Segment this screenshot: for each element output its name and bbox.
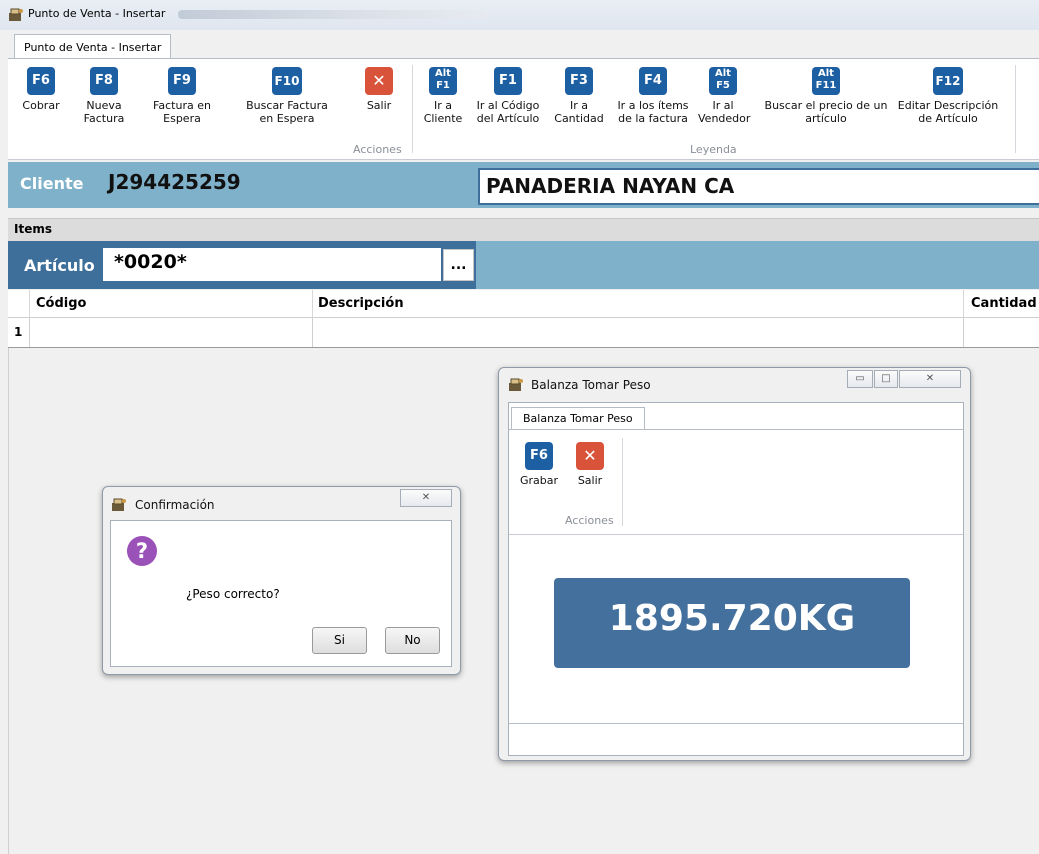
grabar-button[interactable]: F6 Grabar — [519, 442, 559, 487]
dialog-message: ¿Peso correcto? — [186, 587, 280, 601]
f9-key-icon: F9 — [168, 67, 196, 95]
ir-items-factura-button[interactable]: F4 Ir a los ítems de la factura — [610, 67, 696, 125]
f3-key-icon: F3 — [565, 67, 593, 95]
title-bar: Punto de Venta - Insertar — [0, 0, 1039, 30]
articulo-label: Artículo — [24, 256, 95, 275]
buscar-precio-button[interactable]: Alt F11 Buscar el precio de un artículo — [764, 67, 888, 125]
group-separator — [412, 65, 413, 153]
ir-codigo-articulo-button[interactable]: F1 Ir al Código del Artículo — [468, 67, 548, 125]
confirmacion-title: Confirmación — [135, 498, 215, 512]
factura-espera-button[interactable]: F9 Factura en Espera — [145, 67, 219, 125]
column-descripcion[interactable]: Descripción — [318, 296, 404, 311]
close-button[interactable]: ✕ — [400, 489, 452, 507]
maximize-button[interactable]: □ — [874, 370, 898, 388]
items-label: Items — [14, 222, 52, 236]
f6-key-icon: F6 — [27, 67, 55, 95]
browse-button[interactable]: ... — [443, 249, 474, 281]
ir-cantidad-button[interactable]: F3 Ir a Cantidad — [552, 67, 606, 125]
f1-key-icon: F1 — [494, 67, 522, 95]
grid-header — [8, 290, 1039, 318]
minimize-button[interactable]: ▭ — [847, 370, 873, 388]
f4-key-icon: F4 — [639, 67, 667, 95]
dialog-content: ? ¿Peso correcto? Si No — [110, 520, 452, 667]
balanza-title: Balanza Tomar Peso — [531, 378, 651, 392]
cliente-code[interactable]: J294425259 — [108, 170, 241, 194]
f8-key-icon: F8 — [90, 67, 118, 95]
balanza-window: Balanza Tomar Peso ▭ □ ✕ Balanza Tomar P… — [498, 367, 971, 761]
editar-descripcion-button[interactable]: F12 Editar Descripción de Artículo — [890, 67, 1006, 125]
f6-key-icon: F6 — [525, 442, 553, 470]
status-divider — [509, 723, 963, 724]
items-header — [8, 218, 1039, 241]
column-codigo[interactable]: Código — [36, 296, 86, 311]
row-number: 1 — [14, 325, 23, 339]
grid-divider — [312, 318, 313, 347]
f12-key-icon: F12 — [933, 67, 963, 95]
window-title: Punto de Venta - Insertar — [28, 7, 166, 20]
app-icon — [112, 498, 126, 511]
f10-key-icon: F10 — [272, 67, 302, 95]
grid-divider — [963, 318, 964, 347]
cliente-label: Cliente — [20, 174, 84, 193]
app-icon — [9, 8, 23, 21]
svg-text:?: ? — [136, 539, 148, 563]
group-acciones: Acciones — [565, 514, 614, 527]
grid-divider — [29, 318, 30, 347]
close-button[interactable]: ✕ — [899, 370, 961, 388]
salir-button[interactable]: ✕ Salir — [361, 67, 397, 112]
balanza-ribbon: F6 Grabar ✕ Salir Acciones — [509, 429, 963, 535]
group-leyenda: Leyenda — [690, 143, 737, 156]
ir-cliente-button[interactable]: Alt F1 Ir a Cliente — [422, 67, 464, 125]
ir-vendedor-button[interactable]: Alt F5 Ir al Vendedor — [698, 67, 750, 125]
ribbon: F6 Cobrar F8 Nueva Factura F9 Factura en… — [8, 58, 1039, 160]
balanza-tab[interactable]: Balanza Tomar Peso — [511, 407, 645, 430]
close-icon: ✕ — [576, 442, 604, 470]
salir-button[interactable]: ✕ Salir — [573, 442, 607, 487]
weight-value: 1895.720KG — [608, 598, 856, 639]
alt-f1-key-icon: Alt F1 — [429, 67, 457, 95]
column-cantidad[interactable]: Cantidad — [971, 296, 1037, 311]
no-button[interactable]: No — [385, 627, 440, 654]
group-acciones: Acciones — [353, 143, 402, 156]
question-icon: ? — [127, 536, 157, 566]
app-icon — [509, 378, 523, 391]
si-button[interactable]: Si — [312, 627, 367, 654]
buscar-factura-espera-button[interactable]: F10 Buscar Factura en Espera — [237, 67, 337, 125]
alt-f11-key-icon: Alt F11 — [812, 67, 840, 95]
close-icon: ✕ — [365, 67, 393, 95]
group-separator — [1015, 65, 1016, 153]
blurred-title-area — [178, 10, 488, 19]
cliente-name: PANADERIA NAYAN CA — [486, 174, 735, 198]
articulo-value: *0020* — [114, 251, 187, 273]
ribbon-tab[interactable]: Punto de Venta - Insertar — [14, 34, 172, 60]
table-row[interactable] — [8, 318, 1039, 348]
alt-f5-key-icon: Alt F5 — [709, 67, 737, 95]
cobrar-button[interactable]: F6 Cobrar — [17, 67, 65, 112]
nueva-factura-button[interactable]: F8 Nueva Factura — [79, 67, 129, 125]
group-separator — [622, 438, 623, 526]
confirmacion-dialog: Confirmación ✕ ? ¿Peso correcto? Si No — [102, 486, 461, 675]
